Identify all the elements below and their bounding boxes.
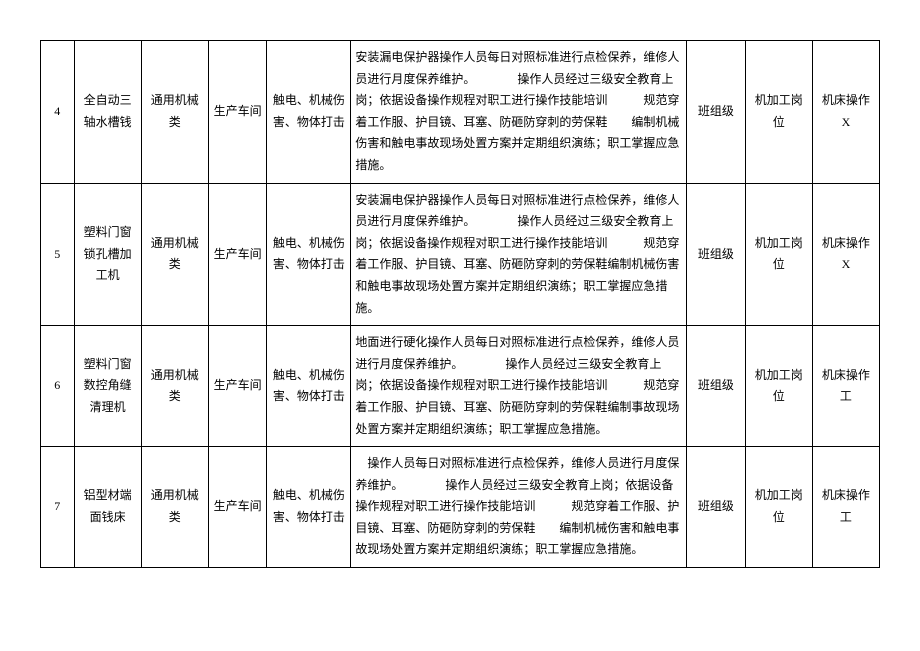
cell-hazard: 触电、机械伤害、物体打击 [267,183,351,326]
cell-desc: 操作人员每日对照标准进行点检保养，维修人员进行月度保养维护。 操作人员经过三级安… [351,447,687,568]
cell-num: 4 [41,41,75,184]
table-row: 6 塑料门窗数控角缝清理机 通用机械类 生产车间 触电、机械伤害、物体打击 地面… [41,326,880,447]
table-row: 5 塑料门窗锁孔槽加工机 通用机械类 生产车间 触电、机械伤害、物体打击 安装漏… [41,183,880,326]
cell-post: 机加工岗位 [745,447,812,568]
cell-operator: 机床操作 X [812,183,879,326]
cell-operator: 机床操作工 [812,326,879,447]
cell-desc: 地面进行硬化操作人员每日对照标准进行点检保养，维修人员进行月度保养维护。 操作人… [351,326,687,447]
cell-post: 机加工岗位 [745,41,812,184]
cell-post: 机加工岗位 [745,326,812,447]
table-row: 4 全自动三轴水槽钱 通用机械类 生产车间 触电、机械伤害、物体打击 安装漏电保… [41,41,880,184]
cell-category: 通用机械类 [141,41,208,184]
table-row: 7 铝型材端面钱床 通用机械类 生产车间 触电、机械伤害、物体打击 操作人员每日… [41,447,880,568]
cell-name: 全自动三轴水槽钱 [74,41,141,184]
cell-hazard: 触电、机械伤害、物体打击 [267,447,351,568]
cell-level: 班组级 [687,41,746,184]
cell-hazard: 触电、机械伤害、物体打击 [267,326,351,447]
cell-location: 生产车间 [208,41,267,184]
cell-name: 塑料门窗锁孔槽加工机 [74,183,141,326]
cell-num: 6 [41,326,75,447]
cell-operator: 机床操作工 [812,447,879,568]
cell-desc: 安装漏电保护器操作人员每日对照标准进行点检保养，维修人员进行月度保养维护。 操作… [351,183,687,326]
cell-level: 班组级 [687,183,746,326]
cell-location: 生产车间 [208,326,267,447]
cell-name: 铝型材端面钱床 [74,447,141,568]
cell-level: 班组级 [687,447,746,568]
cell-operator: 机床操作 X [812,41,879,184]
cell-num: 5 [41,183,75,326]
risk-table: 4 全自动三轴水槽钱 通用机械类 生产车间 触电、机械伤害、物体打击 安装漏电保… [40,40,880,568]
cell-desc: 安装漏电保护器操作人员每日对照标准进行点检保养，维修人员进行月度保养维护。 操作… [351,41,687,184]
cell-hazard: 触电、机械伤害、物体打击 [267,41,351,184]
cell-location: 生产车间 [208,183,267,326]
cell-level: 班组级 [687,326,746,447]
cell-location: 生产车间 [208,447,267,568]
cell-category: 通用机械类 [141,326,208,447]
cell-category: 通用机械类 [141,183,208,326]
cell-name: 塑料门窗数控角缝清理机 [74,326,141,447]
cell-category: 通用机械类 [141,447,208,568]
cell-post: 机加工岗位 [745,183,812,326]
cell-num: 7 [41,447,75,568]
